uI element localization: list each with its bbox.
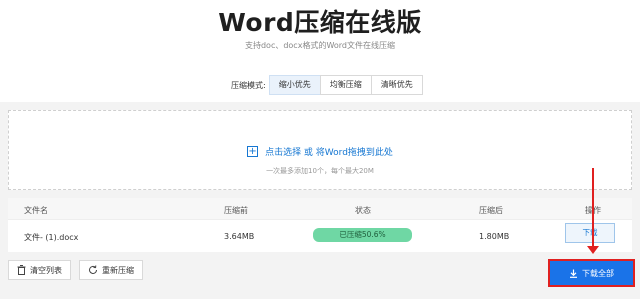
download-all-button[interactable]: 下载全部 (548, 259, 635, 287)
recompress-button[interactable]: 重新压缩 (79, 260, 143, 280)
mode-label: 压缩模式: (231, 80, 266, 90)
refresh-icon (89, 265, 97, 274)
row-size-before: 3.64MB (224, 232, 255, 241)
download-all-label: 下载全部 (582, 268, 614, 278)
file-dropzone[interactable]: + 点击选择 或 将Word拖拽到此处 一次最多添加10个，每个最大20M (8, 110, 632, 190)
download-icon (570, 269, 577, 278)
annotation-arrow-head (587, 246, 599, 254)
page-title: Word压缩在线版 (218, 8, 422, 37)
dropzone-limit-text: 一次最多添加10个，每个最大20M (266, 167, 374, 175)
plus-icon: + (247, 146, 259, 157)
clear-list-button[interactable]: 清空列表 (8, 260, 71, 280)
header-before: 压缩前 (224, 206, 248, 215)
status-badge: 已压缩50.6% (313, 228, 412, 242)
main-panel: + 点击选择 或 将Word拖拽到此处 一次最多添加10个，每个最大20M 文件… (0, 102, 640, 299)
row-filename: 文件- (1).docx (24, 233, 79, 242)
annotation-arrow-line (592, 168, 594, 248)
clear-list-label: 清空列表 (30, 265, 62, 275)
header-filename: 文件名 (24, 206, 48, 215)
mode-option-smallest[interactable]: 缩小优先 (268, 75, 321, 95)
page-subtitle: 支持doc、docx格式的Word文件在线压缩 (244, 41, 396, 50)
mode-option-clarity[interactable]: 清晰优先 (370, 75, 423, 95)
header-after: 压缩后 (479, 206, 503, 215)
dropzone-main-text: 点击选择 或 将Word拖拽到此处 (265, 148, 393, 158)
file-table: 文件名 压缩前 状态 压缩后 操作 文件- (1).docx 3.64MB 已压… (8, 198, 632, 252)
dropzone-prompt[interactable]: + 点击选择 或 将Word拖拽到此处 (9, 145, 631, 158)
table-header: 文件名 压缩前 状态 压缩后 操作 (8, 198, 632, 220)
header-status: 状态 (355, 206, 371, 215)
compression-mode-selector: 压缩模式: 缩小优先 均衡压缩 清晰优先 (231, 75, 423, 95)
row-size-after: 1.80MB (479, 232, 510, 241)
mode-option-balanced[interactable]: 均衡压缩 (319, 75, 372, 95)
row-download-button[interactable]: 下载 (565, 223, 615, 243)
recompress-label: 重新压缩 (102, 265, 134, 275)
trash-icon (17, 265, 26, 275)
